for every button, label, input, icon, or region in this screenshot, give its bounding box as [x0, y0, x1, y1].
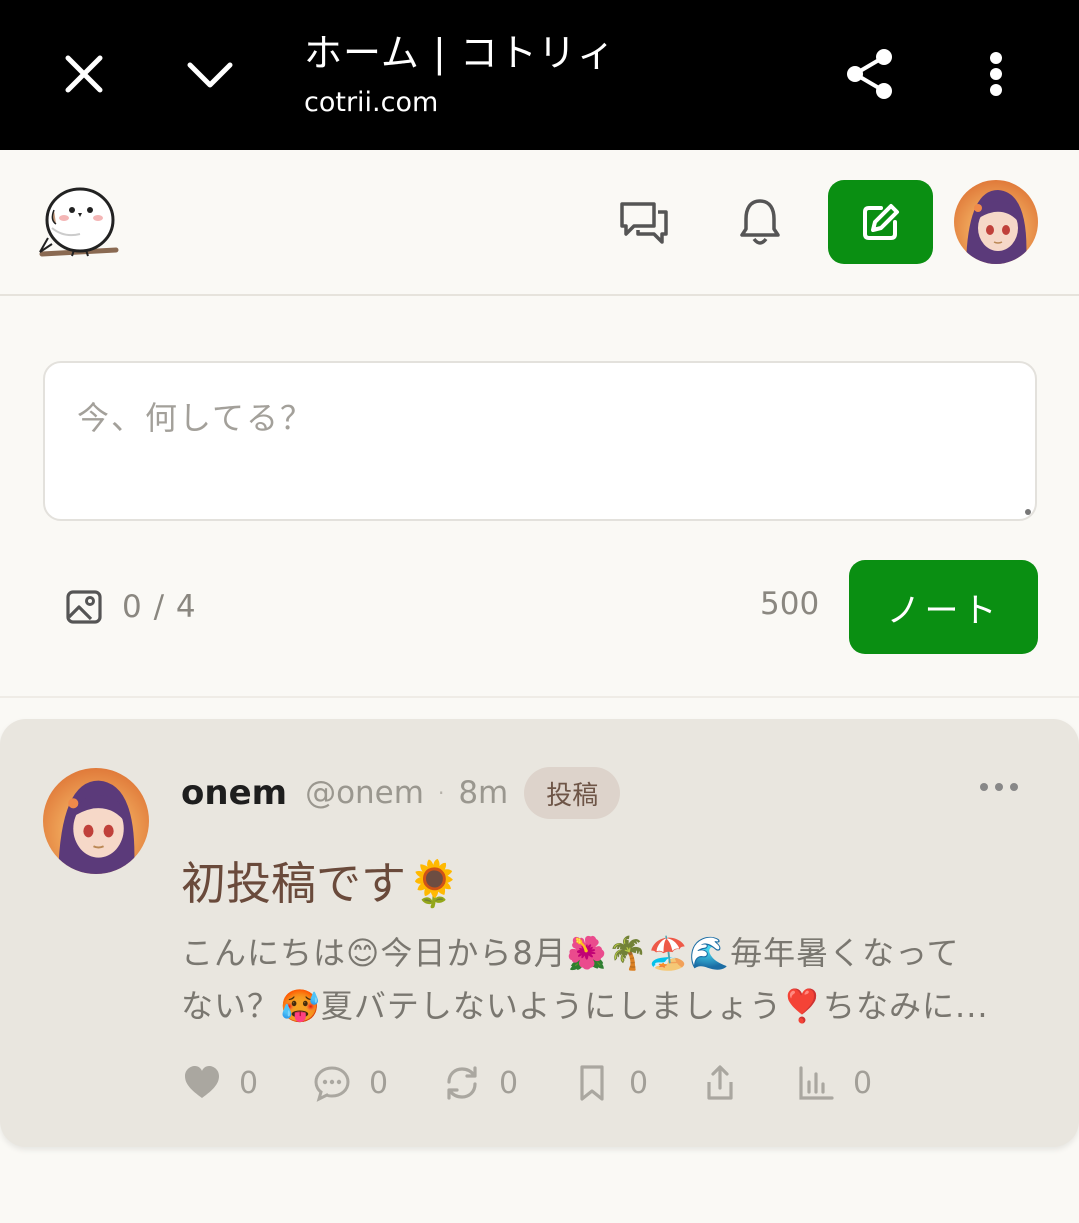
edit-icon	[862, 204, 899, 240]
close-button[interactable]	[52, 42, 116, 106]
char-counter: 500	[760, 586, 820, 622]
bookmark-icon	[580, 1065, 604, 1101]
comment-icon	[314, 1066, 350, 1102]
share-button[interactable]	[838, 42, 902, 106]
compose-button[interactable]	[828, 180, 933, 264]
post-menu-button[interactable]	[976, 777, 1022, 797]
page-title: ホーム | コトリィ	[304, 31, 616, 75]
post-author-name[interactable]: onem	[181, 773, 287, 813]
chart-icon	[799, 1066, 834, 1100]
more-vertical-icon	[990, 52, 1002, 96]
chat-bubbles-icon	[620, 202, 668, 244]
minimize-button[interactable]	[178, 42, 242, 106]
repost-icon	[447, 1066, 477, 1100]
post-title: 初投稿です🌻	[181, 857, 463, 910]
browser-toolbar: ホーム | コトリィ cotrii.com	[0, 0, 1079, 150]
reply-button[interactable]: 0	[313, 1059, 388, 1107]
bookmark-count: 0	[629, 1065, 649, 1101]
media-count: 0 / 4	[122, 589, 197, 625]
post-body-line: ない？🥵夏バテしないようにしましょう❣️ちなみに...	[181, 987, 989, 1025]
post-body: こんにちは😊今日から8月🌺🌴🏖️🌊毎年暑くなって ない？🥵夏バテしないようにしま…	[181, 927, 1041, 1033]
like-count: 0	[239, 1065, 259, 1101]
composer-placeholder: 今、何してる？	[77, 399, 315, 437]
bookmark-button[interactable]: 0	[573, 1059, 648, 1107]
image-icon	[66, 590, 102, 624]
post-avatar[interactable]	[43, 768, 149, 874]
chevron-down-icon	[187, 62, 233, 88]
more-horizontal-icon	[980, 783, 1018, 791]
separator-dot: ·	[437, 781, 445, 805]
post-card[interactable]: onem @onem · 8m 投稿 初投稿です🌻 こんにちは😊今日から8月🌺🌴…	[0, 719, 1079, 1147]
resize-handle[interactable]	[1025, 509, 1031, 515]
view-count: 0	[853, 1065, 873, 1101]
bell-icon	[740, 199, 780, 245]
avatar-image	[43, 768, 149, 874]
stats-button[interactable]: 0	[797, 1059, 872, 1107]
bird-logo-icon	[39, 187, 119, 257]
share-post-button[interactable]	[701, 1059, 739, 1107]
note-submit-button[interactable]: ノート	[849, 560, 1038, 654]
post-composer[interactable]: 今、何してる？	[43, 361, 1037, 521]
logo[interactable]	[38, 180, 122, 264]
heart-icon	[185, 1066, 219, 1098]
divider	[0, 696, 1079, 698]
messages-button[interactable]	[616, 194, 672, 250]
share-icon	[847, 49, 892, 99]
media-attach[interactable]: 0 / 4	[66, 585, 197, 629]
menu-button[interactable]	[964, 42, 1028, 106]
like-button[interactable]: 0	[183, 1059, 258, 1107]
user-avatar[interactable]	[954, 180, 1038, 264]
renote-button[interactable]: 0	[443, 1059, 518, 1107]
avatar-image	[954, 180, 1038, 264]
share-out-icon	[707, 1065, 733, 1100]
reply-count: 0	[369, 1065, 389, 1101]
close-icon	[65, 55, 103, 93]
post-body-line: こんにちは😊今日から8月🌺🌴🏖️🌊毎年暑くなって	[181, 934, 960, 972]
app-header	[0, 150, 1079, 296]
renote-count: 0	[499, 1065, 519, 1101]
notifications-button[interactable]	[732, 194, 788, 250]
post-author-handle[interactable]: @onem	[305, 775, 424, 811]
page-url: cotrii.com	[304, 87, 439, 118]
post-header: onem @onem · 8m 投稿	[181, 767, 621, 819]
post-type-badge: 投稿	[524, 767, 621, 819]
post-timestamp[interactable]: 8m	[458, 775, 508, 811]
